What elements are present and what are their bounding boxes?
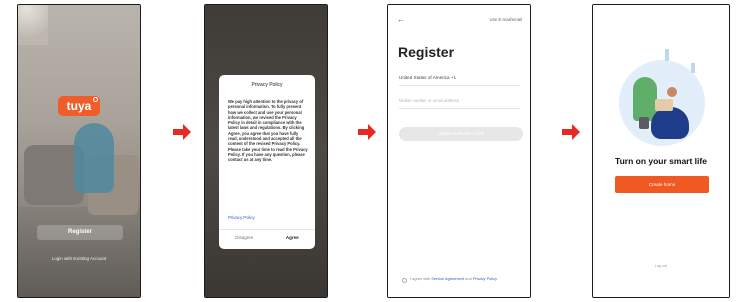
beanbag-illustration bbox=[651, 107, 689, 139]
login-existing-link[interactable]: Login with Existing Account bbox=[26, 256, 132, 261]
status-bar bbox=[211, 8, 321, 14]
arrow-right-icon bbox=[172, 124, 192, 140]
laptop-illustration bbox=[655, 99, 673, 111]
dialog-body: We pay high attention to the privacy of … bbox=[228, 99, 308, 163]
agreement-text: I agree with Service Agreement and Priva… bbox=[410, 276, 515, 281]
phone-screen-splash: tuya Register Login with Existing Accoun… bbox=[17, 4, 141, 298]
create-home-button[interactable]: Create home bbox=[615, 176, 709, 193]
bulb-icon bbox=[665, 49, 669, 61]
agree-button[interactable]: Agree bbox=[286, 235, 299, 240]
logo-dot-icon bbox=[93, 97, 98, 102]
register-button[interactable]: Register bbox=[37, 225, 123, 240]
privacy-dialog: Privacy Policy We pay high attention to … bbox=[219, 75, 315, 249]
privacy-policy-link[interactable]: Privacy Policy bbox=[228, 215, 255, 220]
floor bbox=[18, 207, 140, 297]
page-title: Register bbox=[398, 44, 455, 60]
arrow-right-icon bbox=[357, 124, 377, 140]
agree-prefix: I agree with bbox=[410, 276, 432, 281]
phone-screen-register: ← Use E-mail/email Register United State… bbox=[387, 4, 531, 298]
dialog-title: Privacy Policy bbox=[251, 82, 283, 88]
agree-checkbox[interactable] bbox=[402, 278, 407, 283]
phone-screen-privacy: Privacy Policy We pay high attention to … bbox=[204, 4, 328, 298]
country-selector[interactable]: United States of America +1 bbox=[399, 75, 456, 80]
agree-and: and bbox=[464, 276, 473, 281]
account-input[interactable]: Mobile number or email address bbox=[399, 98, 459, 103]
logo-text: tuya bbox=[66, 99, 92, 113]
logout-link[interactable]: Log out bbox=[593, 264, 729, 268]
lamp bbox=[18, 5, 48, 45]
back-arrow-icon[interactable]: ← bbox=[397, 15, 405, 24]
disagree-button[interactable]: Disagree bbox=[235, 235, 253, 240]
phone-screen-create-home: Turn on your smart life Create home Log … bbox=[592, 4, 730, 298]
headline: Turn on your smart life bbox=[615, 156, 707, 166]
tuya-logo: tuya bbox=[58, 96, 100, 116]
divider bbox=[399, 85, 520, 86]
person-head-illustration bbox=[667, 87, 677, 97]
person-figure bbox=[74, 123, 114, 193]
screen-background bbox=[593, 5, 729, 297]
bulb-icon bbox=[691, 63, 695, 73]
dialog-buttons: Disagree Agree bbox=[219, 229, 315, 244]
service-agreement-link[interactable]: Service Agreement bbox=[431, 276, 464, 281]
plant-pot bbox=[639, 117, 649, 129]
get-verification-code-button[interactable]: Obtain Verification Code bbox=[399, 127, 523, 141]
arrow-right-icon bbox=[561, 124, 581, 140]
divider bbox=[399, 108, 520, 109]
privacy-policy-link[interactable]: Privacy Policy bbox=[473, 276, 497, 281]
email-register-link[interactable]: Use E-mail/email bbox=[490, 17, 522, 22]
